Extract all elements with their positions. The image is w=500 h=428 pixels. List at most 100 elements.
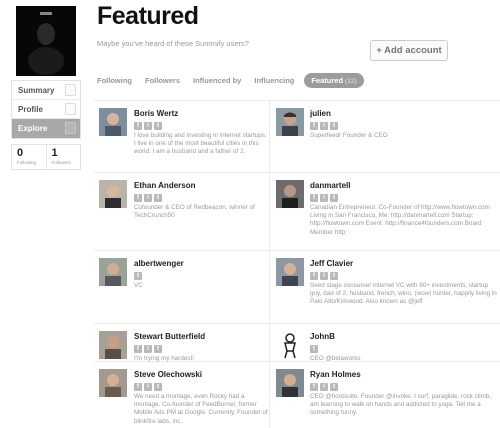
sidebar-item-label: Explore	[18, 124, 48, 133]
sidebar-menu: Summary Profile Explore	[11, 80, 81, 139]
user-row: Stewart Butterfield f l t I'm trying my …	[94, 323, 500, 362]
twitter-icon[interactable]: t	[154, 345, 162, 353]
user-bio: VC	[134, 282, 143, 289]
following-count: 0	[17, 147, 24, 159]
linkedin-icon[interactable]: l	[144, 383, 152, 391]
tab-featured[interactable]: Featured (12)	[304, 73, 364, 88]
user-bio: Canadian Entrepreneur, Co-Founder of htt…	[310, 204, 490, 236]
avatar[interactable]	[276, 108, 304, 136]
user-row: Ethan Anderson f l t Cofounder & CEO of …	[94, 172, 500, 250]
page-title: Featured	[97, 2, 199, 30]
sidebar-item-label: Summary	[18, 86, 55, 95]
linkedin-icon[interactable]: l	[320, 122, 328, 130]
twitter-icon[interactable]: t	[154, 194, 162, 202]
user-bio: We need a montage, even Rocky had a mont…	[134, 393, 268, 425]
user-card: albertwenger t VC	[94, 251, 269, 323]
facebook-icon[interactable]: f	[310, 194, 318, 202]
avatar[interactable]	[99, 108, 127, 136]
user-card: Steve Olechowski f l t We need a montage…	[94, 362, 269, 428]
user-bio: Seed stage consumer internet VC with 80+…	[310, 282, 497, 306]
user-name[interactable]: Steve Olechowski	[134, 370, 269, 380]
twitter-icon[interactable]: t	[330, 122, 338, 130]
add-account-button[interactable]: + Add account	[370, 40, 448, 61]
user-row: Steve Olechowski f l t We need a montage…	[94, 361, 500, 428]
page-subtitle: Maybe you've heard of these Summify user…	[97, 39, 249, 48]
profile-photo[interactable]	[16, 6, 76, 76]
sidebar-item-explore[interactable]: Explore	[12, 119, 80, 138]
person-icon	[65, 103, 76, 115]
sidebar-item-profile[interactable]: Profile	[12, 100, 80, 119]
network-icons: f l t	[134, 383, 269, 391]
avatar[interactable]	[276, 180, 304, 208]
follow-stats: 0 Following 1 Followers	[11, 144, 81, 170]
following-stat[interactable]: 0 Following	[12, 145, 46, 169]
facebook-icon[interactable]: f	[134, 194, 142, 202]
user-bio: CEO @hootsuite, Founder @invoke. I surf,…	[310, 393, 492, 417]
user-name[interactable]: Boris Wertz	[134, 109, 269, 119]
twitter-icon[interactable]: t	[330, 272, 338, 280]
following-label: Following	[17, 160, 37, 165]
user-card: Ethan Anderson f l t Cofounder & CEO of …	[94, 173, 269, 250]
user-bio: Superfeedr Founder & CEO	[310, 132, 388, 139]
avatar[interactable]	[276, 369, 304, 397]
network-icons: t	[310, 345, 500, 353]
tab-bar: Following Followers Influenced by Influe…	[97, 73, 377, 88]
facebook-icon[interactable]: f	[134, 122, 142, 130]
avatar[interactable]	[276, 258, 304, 286]
avatar[interactable]	[99, 331, 127, 359]
user-name[interactable]: julien	[310, 109, 500, 119]
facebook-icon[interactable]: f	[310, 272, 318, 280]
user-name[interactable]: albertwenger	[134, 259, 269, 269]
facebook-icon[interactable]: f	[310, 383, 318, 391]
avatar[interactable]	[99, 369, 127, 397]
user-name[interactable]: Ethan Anderson	[134, 181, 269, 191]
followers-label: Followers	[51, 160, 71, 165]
twitter-icon[interactable]: t	[330, 383, 338, 391]
tab-influencing[interactable]: Influencing	[254, 76, 294, 85]
network-icons: f l t	[310, 272, 500, 280]
linkedin-icon[interactable]: l	[144, 122, 152, 130]
tab-followers[interactable]: Followers	[145, 76, 180, 85]
network-icons: f l t	[134, 345, 269, 353]
document-icon	[65, 84, 76, 96]
facebook-icon[interactable]: f	[134, 383, 142, 391]
user-name[interactable]: Jeff Clavier	[310, 259, 500, 269]
network-icons: f l t	[134, 122, 269, 130]
explore-icon	[65, 122, 76, 134]
network-icons: f l t	[310, 122, 500, 130]
network-icons: t	[134, 272, 269, 280]
user-card: Ryan Holmes f l t CEO @hootsuite, Founde…	[269, 362, 500, 428]
user-bio: I love building and investing in interne…	[134, 132, 267, 156]
user-name[interactable]: JohnB	[310, 332, 500, 342]
avatar[interactable]	[99, 258, 127, 286]
user-card: Jeff Clavier f l t Seed stage consumer i…	[269, 251, 500, 323]
user-name[interactable]: danmartell	[310, 181, 500, 191]
user-row: albertwenger t VC Jeff Clavier f l t See…	[94, 250, 500, 323]
facebook-icon[interactable]: f	[134, 345, 142, 353]
followers-stat[interactable]: 1 Followers	[45, 145, 81, 169]
user-card: JohnB t CEO @betaworks	[269, 324, 500, 362]
twitter-icon[interactable]: t	[330, 194, 338, 202]
twitter-icon[interactable]: t	[310, 345, 318, 353]
avatar[interactable]	[99, 180, 127, 208]
twitter-icon[interactable]: t	[154, 383, 162, 391]
tab-featured-label: Featured	[311, 76, 344, 85]
sidebar: Summary Profile Explore 0 Following 1 Fo…	[11, 6, 81, 170]
user-name[interactable]: Stewart Butterfield	[134, 332, 269, 342]
linkedin-icon[interactable]: l	[320, 272, 328, 280]
tab-following[interactable]: Following	[97, 76, 132, 85]
featured-user-grid: Boris Wertz f l t I love building and in…	[94, 100, 500, 428]
linkedin-icon[interactable]: l	[144, 345, 152, 353]
user-name[interactable]: Ryan Holmes	[310, 370, 500, 380]
twitter-icon[interactable]: t	[134, 272, 142, 280]
linkedin-icon[interactable]: l	[144, 194, 152, 202]
network-icons: f l t	[310, 383, 500, 391]
tab-influenced-by[interactable]: Influenced by	[193, 76, 241, 85]
twitter-icon[interactable]: t	[154, 122, 162, 130]
sidebar-item-summary[interactable]: Summary	[12, 81, 80, 100]
tab-featured-count: (12)	[345, 78, 357, 85]
facebook-icon[interactable]: f	[310, 122, 318, 130]
avatar[interactable]	[276, 331, 304, 359]
linkedin-icon[interactable]: l	[320, 383, 328, 391]
linkedin-icon[interactable]: l	[320, 194, 328, 202]
